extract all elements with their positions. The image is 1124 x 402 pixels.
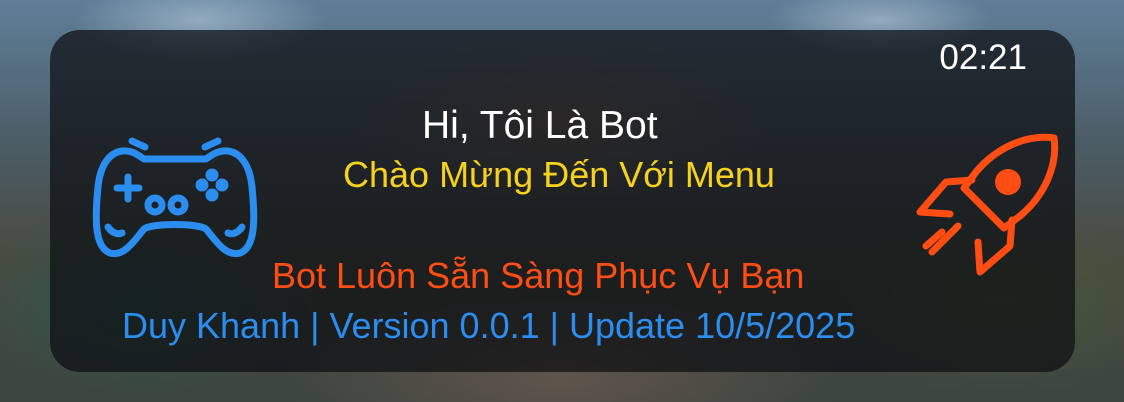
credits-text: Duy Khanh | Version 0.0.1 | Update 10/5/…: [122, 305, 856, 346]
greeting-text: Hi, Tôi Là Bot: [422, 104, 658, 147]
gamepad-icon: [92, 137, 258, 258]
rocket-icon: [916, 133, 1059, 276]
menu-banner-panel: 02:21 Hi, Tôi Là Bot Chào Mừng Đến Với M…: [50, 30, 1075, 372]
welcome-text: Chào Mừng Đến Với Menu: [343, 154, 775, 195]
clock-time: 02:21: [939, 38, 1027, 77]
tagline-text: Bot Luôn Sẵn Sàng Phục Vụ Bạn: [272, 255, 805, 296]
